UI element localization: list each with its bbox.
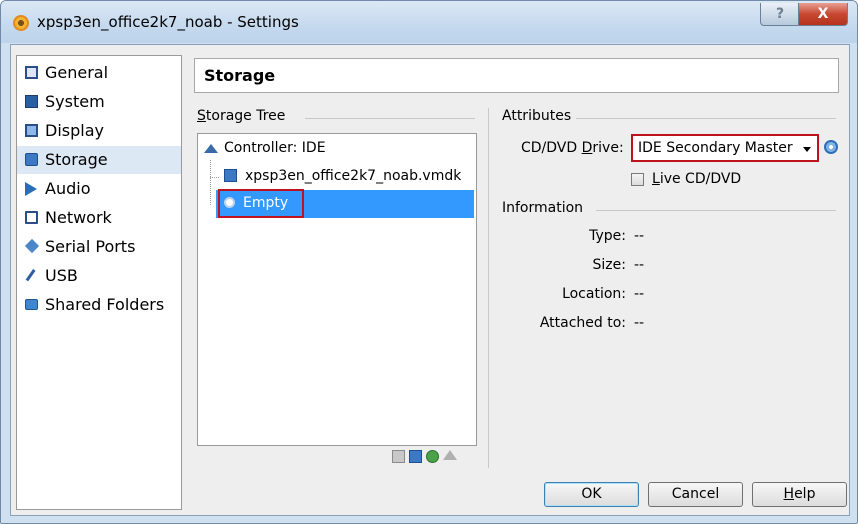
info-location-value: -- [634,286,645,302]
sidebar-item-label: Display [45,121,104,140]
tree-line [210,160,212,205]
live-cd-label[interactable]: Live CD/DVD [652,171,741,187]
close-button[interactable]: X [798,3,848,26]
sidebar-item-system[interactable]: System [17,88,181,116]
sidebar-item-label: Audio [45,179,91,198]
sidebar-item-storage[interactable]: Storage [17,146,181,174]
info-size-label: Size: [592,257,626,273]
cd-drive-select[interactable]: IDE Secondary Master [631,134,819,162]
disk-icon [25,153,38,166]
usb-icon [25,269,37,282]
sidebar-item-label: Serial Ports [45,237,136,256]
info-location-label: Location: [562,286,626,302]
sidebar-item-usb[interactable]: USB [17,262,181,290]
cd-drive-value: IDE Secondary Master [638,140,793,156]
highlight-box-empty [218,189,304,218]
serial-port-icon [24,238,40,254]
info-attached-label: Attached to: [539,315,626,331]
dialog-client: General System Display Storage Audio Net… [10,44,850,516]
folder-icon [25,299,38,310]
storage-tree[interactable]: Controller: IDE xpsp3en_office2k7_noab.v… [197,133,477,463]
sidebar-item-serial-ports[interactable]: Serial Ports [17,233,181,261]
page-header: Storage [194,58,839,93]
sidebar-item-general[interactable]: General [17,59,181,87]
information-label: Information [502,200,584,216]
sidebar-item-label: Network [45,208,112,227]
divider [596,210,836,211]
sidebar-item-shared-folders[interactable]: Shared Folders [17,291,181,319]
sidebar-item-audio[interactable]: Audio [17,175,181,203]
speaker-icon [25,182,37,196]
tree-item-vmdk[interactable]: xpsp3en_office2k7_noab.vmdk [224,168,461,184]
storage-tree-label: Storage Tree [197,108,286,124]
cd-drive-label: CD/DVD Drive: [521,140,624,156]
info-type-value: -- [634,228,645,244]
close-icon: X [817,6,829,22]
add-attachment-icon[interactable] [426,450,439,463]
help-icon: ? [775,6,785,22]
window-title: xpsp3en_office2k7_noab - Settings [37,13,299,31]
sidebar-item-network[interactable]: Network [17,204,181,232]
chevron-down-icon [803,147,811,152]
sidebar-item-label: Storage [45,150,108,169]
sidebar-item-label: General [45,63,109,82]
choose-disc-button[interactable] [824,140,840,156]
tree-line [210,177,219,178]
add-controller-icon[interactable] [392,450,405,463]
help-title-button[interactable]: ? [760,3,800,26]
attributes-label: Attributes [502,108,572,124]
display-icon [25,124,38,137]
network-icon [25,211,38,224]
info-attached-value: -- [634,315,645,331]
title-bar[interactable]: xpsp3en_office2k7_noab - Settings ? X [1,1,857,43]
disc-icon [824,140,838,154]
divider [305,118,475,119]
help-button[interactable]: Help [752,482,847,507]
cancel-button[interactable]: Cancel [648,482,743,507]
controller-icon [204,144,218,153]
info-size-value: -- [634,257,645,273]
sidebar-item-label: USB [45,266,78,285]
ok-button[interactable]: OK [544,482,639,507]
live-cd-checkbox[interactable] [631,173,644,186]
page-title: Storage [204,66,276,85]
remove-controller-icon[interactable] [409,450,422,463]
settings-sidebar: General System Display Storage Audio Net… [16,55,182,510]
virtualbox-icon [13,15,29,31]
info-type-label: Type: [589,228,626,244]
divider [488,108,489,468]
chip-icon [25,95,38,108]
sidebar-item-display[interactable]: Display [17,117,181,145]
tree-controller-ide[interactable]: Controller: IDE [204,140,326,156]
settings-window: xpsp3en_office2k7_noab - Settings ? X Ge… [0,0,858,524]
divider [576,118,836,119]
sidebar-item-label: Shared Folders [45,295,165,314]
sidebar-item-label: System [45,92,105,111]
hard-disk-icon [224,169,237,182]
monitor-icon [25,66,38,79]
remove-attachment-icon[interactable] [443,450,457,460]
